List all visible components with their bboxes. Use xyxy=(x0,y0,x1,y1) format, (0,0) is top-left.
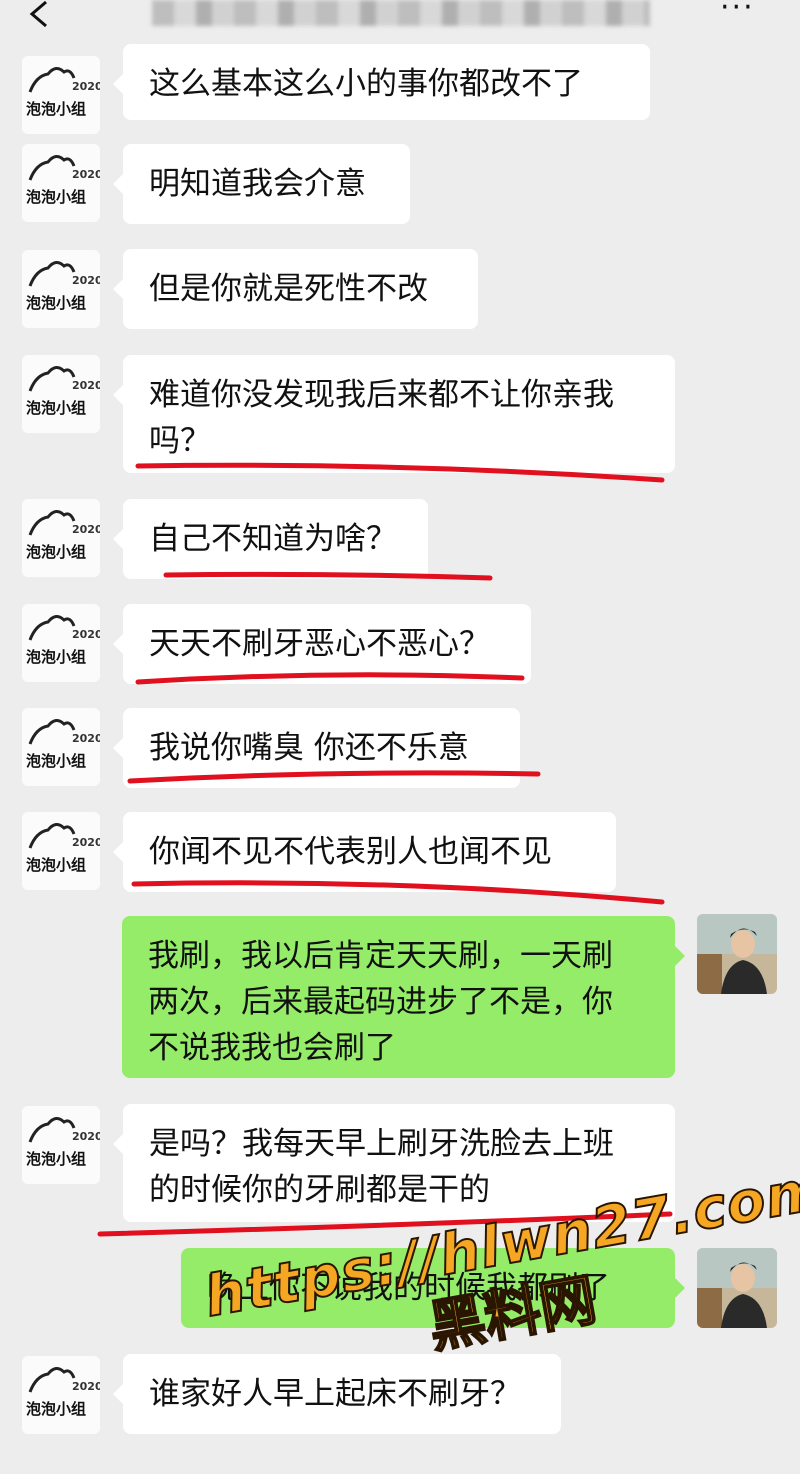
svg-text:泡泡小组: 泡泡小组 xyxy=(26,399,86,417)
svg-text:泡泡小组: 泡泡小组 xyxy=(26,648,86,666)
logo-icon: 2020 泡泡小组 xyxy=(26,510,100,561)
message-bubble[interactable]: 谁家好人早上起床不刷牙？ xyxy=(113,1354,561,1434)
logo-icon: 2020 泡泡小组 xyxy=(26,615,100,666)
contact-avatar[interactable]: 2020 泡泡小组 xyxy=(22,250,100,328)
avatar-photo-icon xyxy=(697,914,777,994)
logo-icon: 2020 泡泡小组 xyxy=(26,366,100,417)
contact-avatar[interactable]: 2020 泡泡小组 xyxy=(22,1356,100,1434)
logo-icon: 2020 泡泡小组 xyxy=(26,261,100,312)
message-bubble[interactable]: 天天不刷牙恶心不恶心？ xyxy=(113,604,531,684)
avatar-photo-icon xyxy=(697,1248,777,1328)
message-bubble[interactable]: 难道你没发现我后来都不让你亲我 吗？ xyxy=(113,355,675,473)
chat-title-blurred xyxy=(152,0,650,26)
svg-text:2020: 2020 xyxy=(72,1380,100,1393)
contact-avatar[interactable]: 2020 泡泡小组 xyxy=(22,355,100,433)
svg-text:泡泡小组: 泡泡小组 xyxy=(26,188,86,206)
message-bubble[interactable]: 我说你嘴臭 你还不乐意 xyxy=(113,708,520,788)
message-bubble[interactable]: 明知道我会介意 xyxy=(113,144,410,224)
contact-avatar[interactable]: 2020 泡泡小组 xyxy=(22,812,100,890)
svg-text:2020: 2020 xyxy=(72,80,100,93)
chevron-left-icon[interactable] xyxy=(22,0,56,30)
message-bubble[interactable]: 你闻不见不代表别人也闻不见 xyxy=(113,812,616,892)
self-avatar[interactable] xyxy=(697,914,777,994)
svg-text:泡泡小组: 泡泡小组 xyxy=(26,543,86,561)
message-bubble[interactable]: 是吗？我每天早上刷牙洗脸去上班 的时候你的牙刷都是干的 xyxy=(113,1104,675,1222)
svg-text:泡泡小组: 泡泡小组 xyxy=(26,1150,86,1168)
message-bubble[interactable]: 但是你就是死性不改 xyxy=(113,249,478,329)
svg-text:泡泡小组: 泡泡小组 xyxy=(26,752,86,770)
logo-icon: 2020 泡泡小组 xyxy=(26,67,100,118)
logo-icon: 2020 泡泡小组 xyxy=(26,1367,100,1418)
message-bubble[interactable]: 自己不知道为啥？ xyxy=(113,499,428,579)
svg-text:泡泡小组: 泡泡小组 xyxy=(26,856,86,874)
message-bubble-self[interactable]: 晚上你不说我的时候我都刷了 xyxy=(181,1248,685,1328)
logo-icon: 2020 泡泡小组 xyxy=(26,823,100,874)
svg-text:2020: 2020 xyxy=(72,523,100,536)
self-avatar[interactable] xyxy=(697,1248,777,1328)
svg-text:2020: 2020 xyxy=(72,168,100,181)
svg-text:泡泡小组: 泡泡小组 xyxy=(26,294,86,312)
contact-avatar[interactable]: 2020 泡泡小组 xyxy=(22,144,100,222)
logo-icon: 2020 泡泡小组 xyxy=(26,155,100,206)
contact-avatar[interactable]: 2020 泡泡小组 xyxy=(22,1106,100,1184)
svg-text:泡泡小组: 泡泡小组 xyxy=(26,1400,86,1418)
more-dots-icon[interactable]: ··· xyxy=(720,0,770,26)
svg-text:泡泡小组: 泡泡小组 xyxy=(26,100,86,118)
contact-avatar[interactable]: 2020 泡泡小组 xyxy=(22,604,100,682)
svg-text:2020: 2020 xyxy=(72,379,100,392)
svg-text:2020: 2020 xyxy=(72,836,100,849)
svg-text:2020: 2020 xyxy=(72,1130,100,1143)
message-bubble-self[interactable]: 我刷，我以后肯定天天刷，一天刷 两次，后来最起码进步了不是，你 不说我我也会刷了 xyxy=(122,916,685,1078)
message-bubble[interactable]: 这么基本这么小的事你都改不了 xyxy=(113,44,650,120)
contact-avatar[interactable]: 2020 泡泡小组 xyxy=(22,708,100,786)
svg-text:2020: 2020 xyxy=(72,628,100,641)
contact-avatar[interactable]: 2020 泡泡小组 xyxy=(22,56,100,134)
logo-icon: 2020 泡泡小组 xyxy=(26,719,100,770)
svg-text:2020: 2020 xyxy=(72,274,100,287)
top-bar: ··· xyxy=(0,0,800,36)
contact-avatar[interactable]: 2020 泡泡小组 xyxy=(22,499,100,577)
logo-icon: 2020 泡泡小组 xyxy=(26,1117,100,1168)
svg-text:2020: 2020 xyxy=(72,732,100,745)
